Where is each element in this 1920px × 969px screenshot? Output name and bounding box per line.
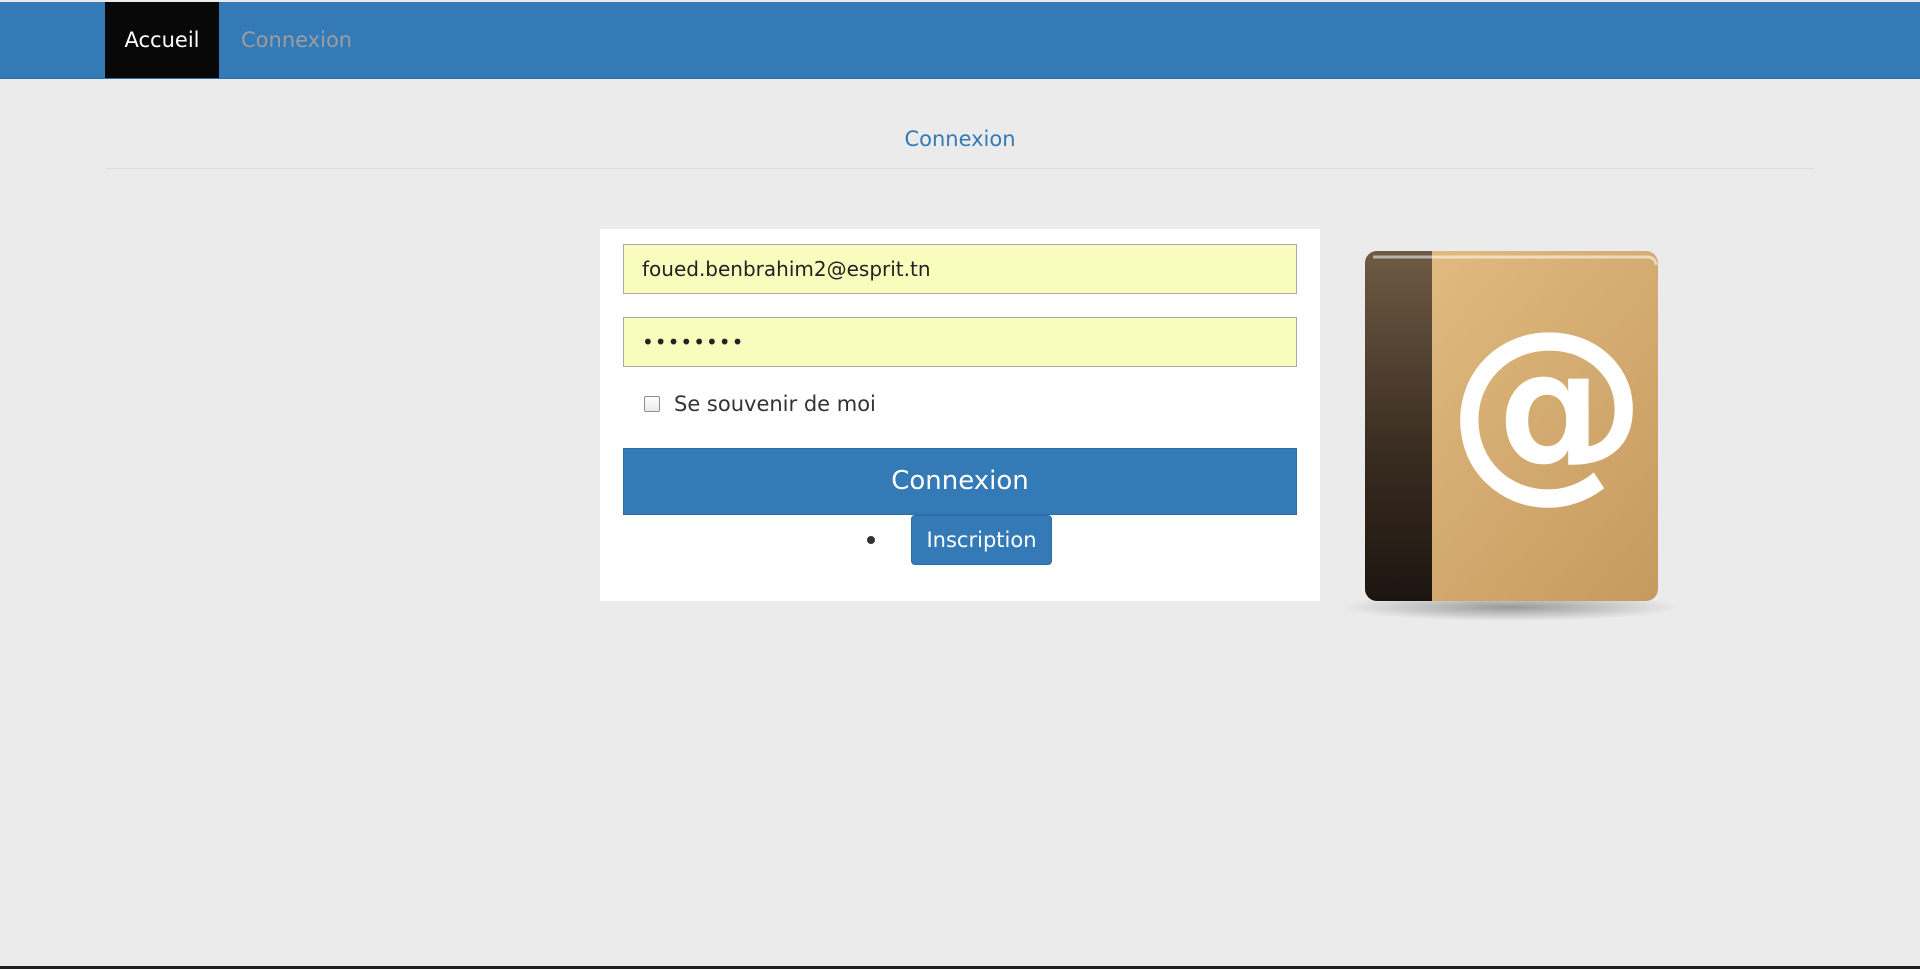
register-button[interactable]: Inscription [911,515,1052,565]
remember-me-row: Se souvenir de moi [644,389,876,419]
page-title: Connexion [904,127,1016,151]
top-navbar: Accueil Connexion [0,2,1920,79]
list-bullet [867,536,875,544]
title-divider [105,168,1815,169]
at-symbol: @ [1447,288,1647,521]
book-spine [1365,251,1432,601]
address-book-icon: @ [1340,251,1680,621]
nav-home-link[interactable]: Accueil [105,2,219,78]
remember-me-checkbox[interactable] [644,396,660,412]
email-field[interactable] [623,244,1297,294]
password-field[interactable] [623,317,1297,367]
remember-me-label: Se souvenir de moi [674,392,876,416]
nav-login-link[interactable]: Connexion [241,2,352,78]
login-submit-button[interactable]: Connexion [623,448,1297,515]
